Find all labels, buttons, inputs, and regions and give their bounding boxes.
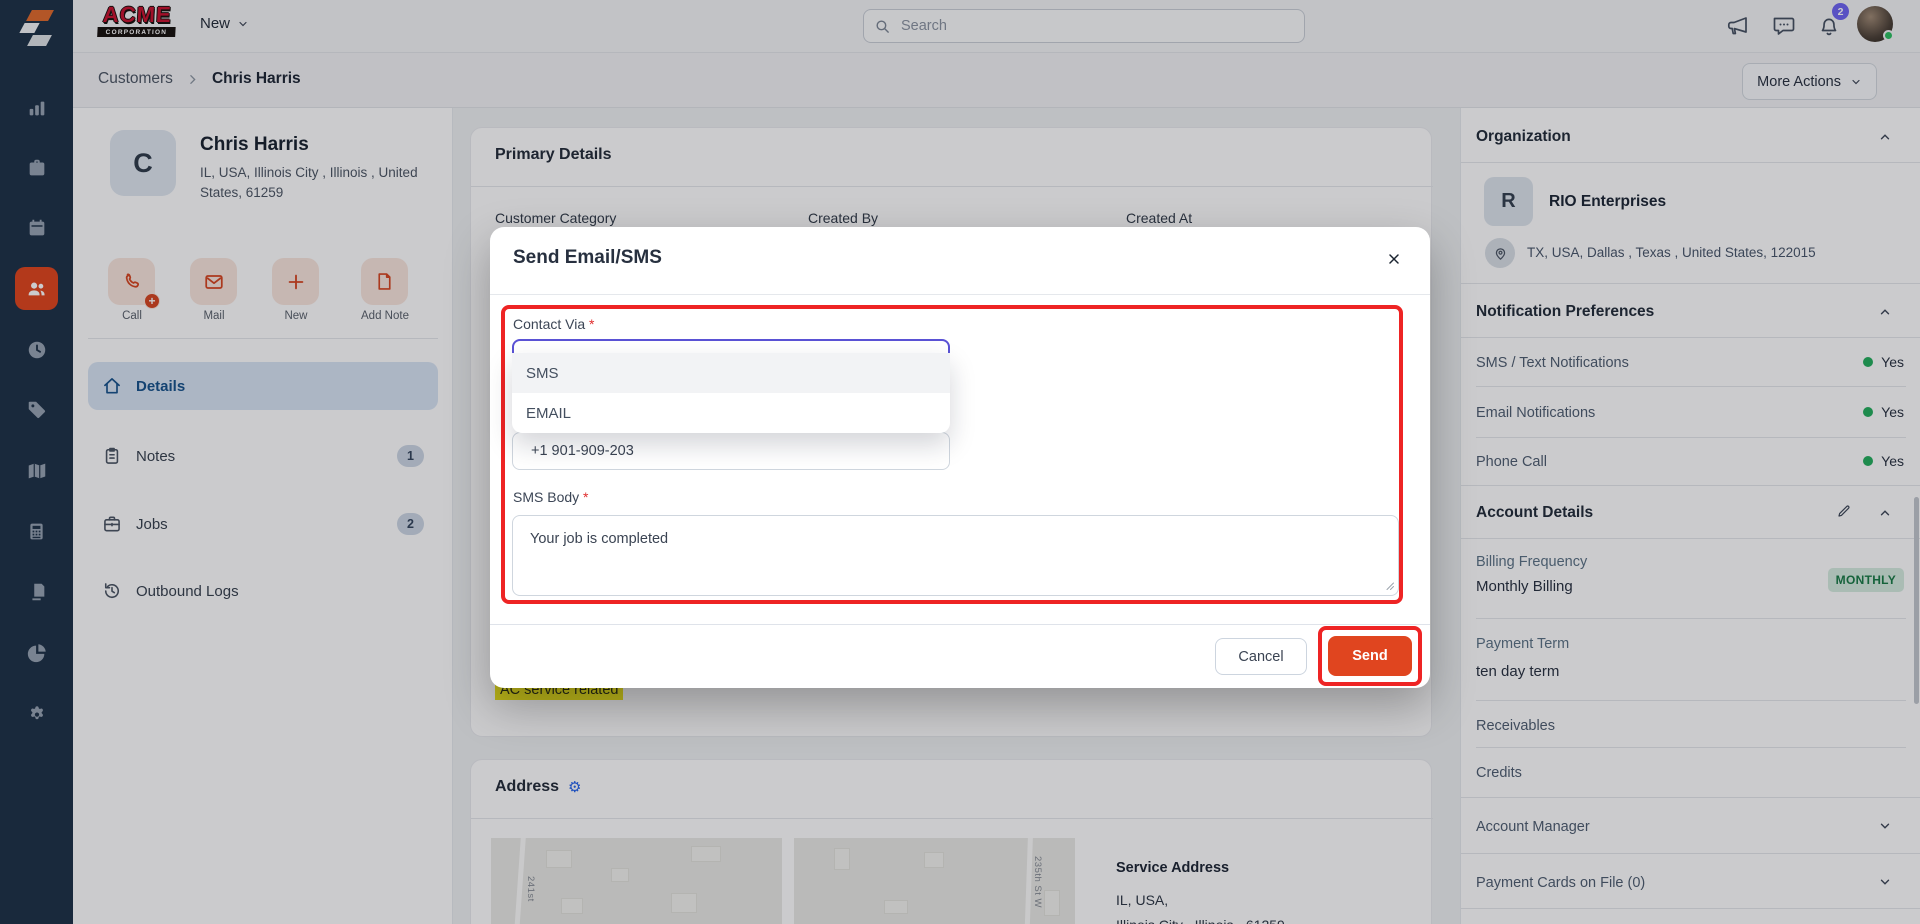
app-screen: ACME CORPORATION New 2 Customers Chris H…: [0, 0, 1920, 924]
close-icon[interactable]: [1386, 251, 1402, 267]
required-asterisk: *: [589, 316, 595, 332]
contact-via-dropdown: SMS EMAIL: [512, 353, 950, 433]
required-asterisk: *: [583, 489, 589, 505]
contact-via-label: Contact Via *: [513, 316, 595, 332]
phone-number-input[interactable]: [512, 432, 950, 470]
option-sms[interactable]: SMS: [512, 353, 950, 393]
divider: [490, 624, 1430, 625]
send-email-sms-modal: Send Email/SMS Contact Via * SMS EMAIL S…: [490, 227, 1430, 688]
option-email[interactable]: EMAIL: [512, 393, 950, 433]
sms-body-textarea[interactable]: Your job is completed: [512, 515, 1399, 596]
cancel-button[interactable]: Cancel: [1215, 638, 1307, 675]
send-button[interactable]: Send: [1328, 636, 1412, 676]
resize-handle-icon[interactable]: [1383, 579, 1395, 591]
sms-body-label: SMS Body *: [513, 489, 589, 505]
modal-title: Send Email/SMS: [513, 247, 662, 268]
divider: [490, 294, 1430, 295]
